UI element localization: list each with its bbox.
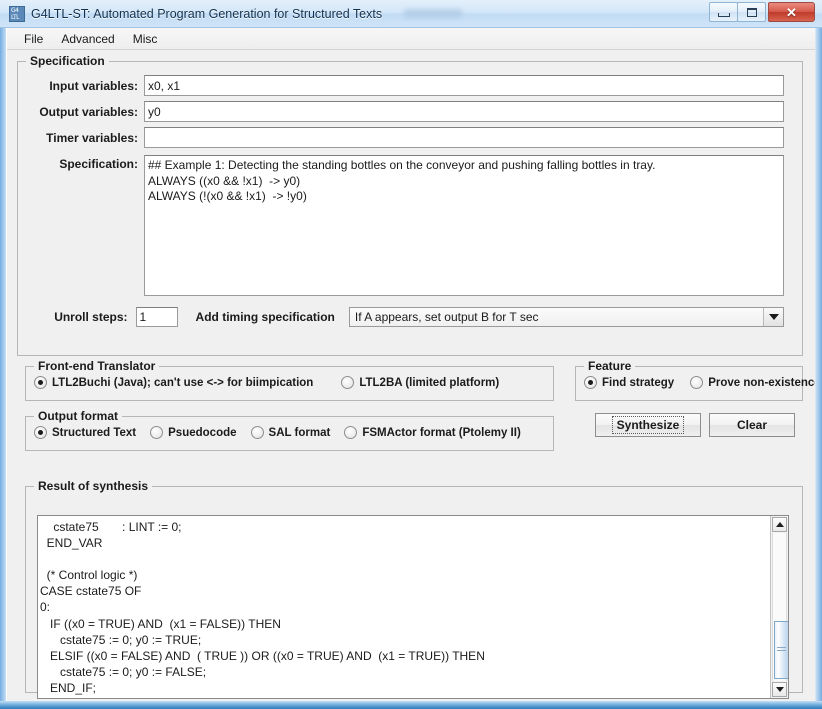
output-variables-label: Output variables: <box>18 105 138 119</box>
close-button[interactable]: ✕ <box>768 2 815 22</box>
radio-fsmactor-format[interactable]: FSMActor format (Ptolemy II) <box>344 426 520 439</box>
radio-ltl2buchi[interactable]: LTL2Buchi (Java); can't use <-> for biim… <box>34 376 313 389</box>
triangle-down-icon <box>776 687 784 692</box>
radio-sal-format[interactable]: SAL format <box>251 426 331 439</box>
radio-prove-non-existence-indicator <box>690 376 703 389</box>
radio-psuedocode-label: Psuedocode <box>168 427 236 439</box>
window-title: G4LTL-ST: Automated Program Generation f… <box>31 7 382 21</box>
radio-prove-non-existence[interactable]: Prove non-existence <box>690 376 816 389</box>
timer-variables-label: Timer variables: <box>18 131 138 145</box>
result-scrollpane: cstate75 : LINT := 0; END_VAR (* Control… <box>37 515 789 699</box>
unroll-steps-field[interactable] <box>136 307 178 327</box>
menu-misc[interactable]: Misc <box>124 30 167 48</box>
radio-ltl2buchi-indicator <box>34 376 47 389</box>
app-icon-line2: LTL <box>11 14 19 21</box>
input-variables-label: Input variables: <box>18 79 138 93</box>
unroll-timing-row: Unroll steps: Add timing specification I… <box>18 307 784 327</box>
timing-spec-selected-value: If A appears, set output B for T sec <box>350 308 764 326</box>
app-icon: G4 LTL <box>9 6 25 22</box>
radio-structured-text[interactable]: Structured Text <box>34 426 136 439</box>
input-variables-row: Input variables: <box>18 75 784 96</box>
scroll-up-button[interactable] <box>772 517 787 532</box>
menu-advanced[interactable]: Advanced <box>52 30 123 48</box>
radio-psuedocode-indicator <box>150 426 163 439</box>
output-format-panel: Output format Structured Text Psuedocode… <box>25 416 554 451</box>
output-format-options: Structured Text Psuedocode SAL format FS… <box>34 426 523 439</box>
maximize-button[interactable] <box>737 2 766 22</box>
radio-ltl2ba-label: LTL2BA (limited platform) <box>359 377 499 389</box>
output-variables-field[interactable] <box>144 101 784 122</box>
radio-structured-text-indicator <box>34 426 47 439</box>
window-frame-bottom-edge <box>0 701 822 709</box>
result-vertical-scrollbar[interactable] <box>770 516 788 698</box>
title-bar: G4 LTL G4LTL-ST: Automated Program Gener… <box>0 0 822 28</box>
specification-panel: Specification Input variables: Output va… <box>17 61 803 356</box>
timer-variables-row: Timer variables: <box>18 127 784 148</box>
frontend-translator-panel: Front-end Translator LTL2Buchi (Java); c… <box>25 366 554 401</box>
chevron-down-icon[interactable] <box>764 308 783 326</box>
scrollbar-track[interactable] <box>772 533 787 681</box>
minimize-button[interactable] <box>709 2 738 22</box>
app-icon-line1: G4 <box>11 7 18 14</box>
unroll-steps-label: Unroll steps: <box>18 310 128 324</box>
clear-button-label: Clear <box>737 418 767 432</box>
specification-textarea[interactable] <box>144 155 784 296</box>
frontend-translator-options: LTL2Buchi (Java); can't use <-> for biim… <box>34 376 501 389</box>
result-code-text[interactable]: cstate75 : LINT := 0; END_VAR (* Control… <box>38 516 770 698</box>
radio-prove-non-existence-label: Prove non-existence <box>708 377 816 389</box>
scroll-down-button[interactable] <box>772 682 787 697</box>
specification-label: Specification: <box>18 155 138 171</box>
frontend-translator-title: Front-end Translator <box>34 359 159 373</box>
radio-sal-format-indicator <box>251 426 264 439</box>
timing-spec-combobox[interactable]: If A appears, set output B for T sec <box>349 307 784 327</box>
radio-fsmactor-format-indicator <box>344 426 357 439</box>
synthesize-button[interactable]: Synthesize <box>595 413 701 437</box>
radio-ltl2buchi-label: LTL2Buchi (Java); can't use <-> for biim… <box>52 377 313 389</box>
radio-find-strategy-indicator <box>584 376 597 389</box>
window-frame-right-edge <box>816 0 822 709</box>
maximize-icon <box>747 8 757 17</box>
client-area: File Advanced Misc Specification Input v… <box>6 28 816 701</box>
output-format-title: Output format <box>34 409 122 423</box>
radio-ltl2ba-indicator <box>341 376 354 389</box>
triangle-up-icon <box>776 522 784 527</box>
window-controls: ✕ <box>710 2 815 22</box>
result-of-synthesis-panel: Result of synthesis cstate75 : LINT := 0… <box>25 486 803 693</box>
blurred-title-overlay <box>404 9 462 18</box>
radio-structured-text-label: Structured Text <box>52 427 136 439</box>
feature-panel: Feature Find strategy Prove non-existenc… <box>575 366 803 401</box>
specification-panel-title: Specification <box>26 54 109 68</box>
radio-psuedocode[interactable]: Psuedocode <box>150 426 236 439</box>
radio-find-strategy-label: Find strategy <box>602 377 674 389</box>
scrollbar-grip-icon <box>777 647 786 653</box>
scrollbar-thumb[interactable] <box>774 621 789 679</box>
feature-options: Find strategy Prove non-existence <box>584 376 816 389</box>
input-variables-field[interactable] <box>144 75 784 96</box>
minimize-icon <box>718 13 730 17</box>
timer-variables-field[interactable] <box>144 127 784 148</box>
synthesize-button-label: Synthesize <box>612 416 685 434</box>
specification-row: Specification: <box>18 155 784 296</box>
menu-bar: File Advanced Misc <box>7 28 815 50</box>
application-window: G4 LTL G4LTL-ST: Automated Program Gener… <box>0 0 822 709</box>
result-of-synthesis-title: Result of synthesis <box>34 479 152 493</box>
timing-spec-label: Add timing specification <box>196 310 335 324</box>
feature-panel-title: Feature <box>584 359 635 373</box>
menu-file[interactable]: File <box>15 30 52 48</box>
radio-sal-format-label: SAL format <box>269 427 331 439</box>
output-variables-row: Output variables: <box>18 101 784 122</box>
radio-fsmactor-format-label: FSMActor format (Ptolemy II) <box>362 427 520 439</box>
close-icon: ✕ <box>786 6 797 19</box>
clear-button[interactable]: Clear <box>709 413 795 437</box>
radio-ltl2ba[interactable]: LTL2BA (limited platform) <box>341 376 499 389</box>
radio-find-strategy[interactable]: Find strategy <box>584 376 674 389</box>
